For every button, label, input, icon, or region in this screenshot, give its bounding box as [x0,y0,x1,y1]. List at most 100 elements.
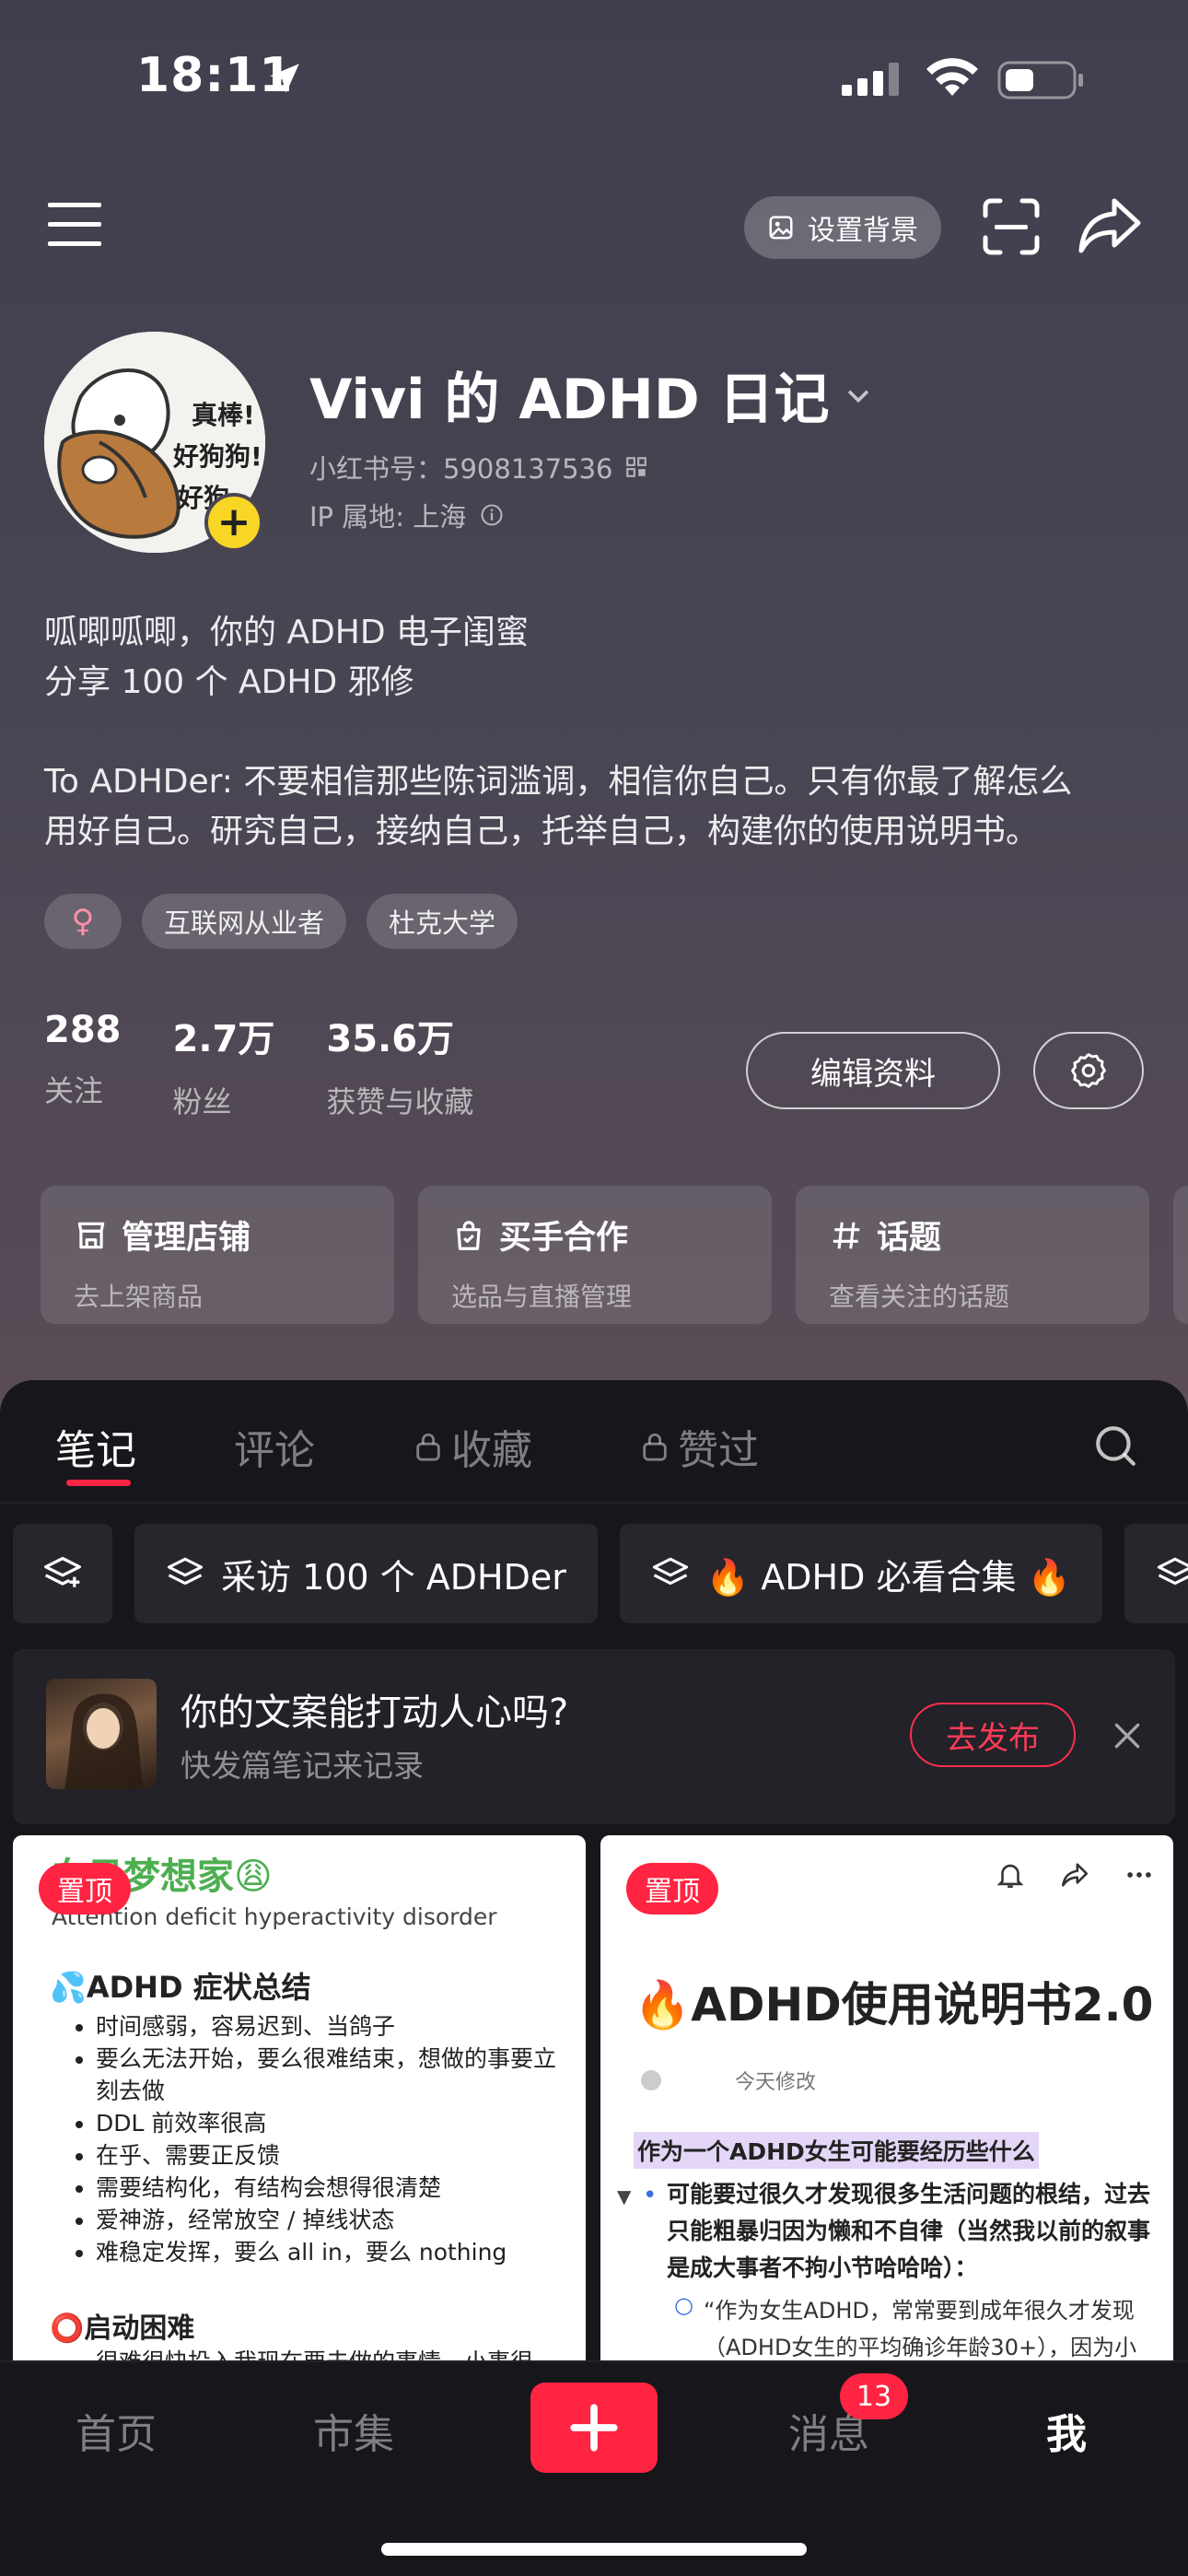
redbook-id-row[interactable]: 小红书号：5908137536 [309,448,648,486]
card-title: 话题 [877,1220,942,1257]
tab-favorites[interactable]: 收藏 [413,1417,532,1476]
plus-icon [570,2404,618,2452]
list-item: 要么无法开始，要么很难结束，想做的事要立刻去做 [96,2043,569,2107]
collection-label: 采访 100 个 ADHDer [221,1556,566,1598]
following-label: 关注 [44,1073,104,1108]
nav-me[interactable]: 我 [1046,2401,1087,2460]
layers-icon [652,1557,688,1586]
set-background-button[interactable]: 设置背景 [744,196,941,259]
note-meta: 今天修改 [641,2066,816,2095]
image-icon [769,216,793,240]
school-tag: 杜克大学 [367,894,518,949]
following-stat[interactable]: 288 关注 [44,1009,122,1121]
nav-home[interactable]: 首页 [76,2401,157,2460]
store-icon [77,1222,105,1248]
messages-badge: 13 [840,2373,908,2419]
hashtag-icon [833,1222,860,1248]
add-collection-button[interactable] [13,1524,112,1623]
list-item: 在乎、需要正反馈 [96,2139,569,2172]
menu-icon[interactable] [46,199,103,251]
settings-button[interactable] [1033,1032,1144,1109]
note-highlight: 作为一个ADHD女生可能要经历些什么 [634,2132,1039,2169]
avatar-text-2: 好狗狗! [172,441,262,472]
tab-label: 赞过 [678,1427,759,1474]
redbook-id: 小红书号：5908137536 [309,453,613,485]
followers-stat[interactable]: 2.7万 粉丝 [173,1009,275,1121]
tab-active-indicator [66,1480,131,1486]
bio-line: 呱唧呱唧，你的 ADHD 电子闺蜜 [44,614,530,651]
publish-prompt-banner: 你的文案能打动人心吗? 快发篇笔记来记录 去发布 [13,1649,1175,1824]
create-post-button[interactable] [530,2383,658,2473]
banner-thumbnail [46,1679,157,1789]
cellular-signal-icon [842,63,899,96]
tab-comments[interactable]: 评论 [234,1417,315,1476]
list-item: 时间感弱，容易迟到、当鸽子 [96,2010,569,2043]
bell-icon [996,1864,1024,1889]
toggle-triangle-icon: ▼ [617,2185,632,2207]
pinned-badge: 置顶 [39,1863,131,1914]
likes-count: 35.6万 [326,1018,455,1060]
collection-chip[interactable]: 采访 100 个 ADHDer [134,1524,598,1623]
divider [0,1502,1188,1504]
status-bar: 18:11 [0,0,1188,157]
gender-tag: ♀ [44,894,122,949]
tab-notes[interactable]: 笔记 [55,1417,136,1476]
manage-store-card[interactable]: 管理店铺 去上架商品 [41,1186,394,1324]
profile-bio: 呱唧呱唧，你的 ADHD 电子闺蜜 分享 100 个 ADHD 邪修 To AD… [44,608,1149,857]
buyer-cooperation-card[interactable]: 买手合作 选品与直播管理 [418,1186,772,1324]
list-item: 爱神游，经常放空 / 掉线状态 [96,2204,569,2236]
more-icon [1127,1872,1151,1878]
battery-icon [997,61,1083,100]
pinned-badge: 置顶 [626,1863,718,1914]
profile-tabs: 笔记 评论 收藏 赞过 [0,1380,1188,1502]
more-card-peek[interactable] [1173,1186,1188,1324]
topics-card[interactable]: 话题 查看关注的话题 [796,1186,1149,1324]
collection-chip-peek[interactable] [1124,1524,1188,1623]
card-subtitle: 选品与直播管理 [451,1282,633,1312]
note-card[interactable]: 置顶 🔥ADHD使用说明书2.0 今天修改 作为一个ADHD女生可能要经历些什么… [600,1835,1173,2370]
service-cards: 管理店铺 去上架商品 买手合作 选品与直播管理 话题 查看关注的话题 [41,1186,1188,1324]
wifi-icon [926,58,978,96]
following-count: 288 [44,1009,122,1051]
profile-tags: ♀ 互联网从业者 杜克大学 [44,894,518,949]
edit-profile-button[interactable]: 编辑资料 [746,1032,1000,1109]
author-avatar-icon [641,2070,661,2090]
likes-stat[interactable]: 35.6万 获赞与收藏 [326,1009,473,1121]
lock-icon [416,1433,440,1461]
note-symptom-list: 时间感弱，容易迟到、当鸽子 要么无法开始，要么很难结束，想做的事要立刻去做 DD… [81,2010,569,2268]
publish-button[interactable]: 去发布 [910,1703,1076,1767]
list-item: DDL 前效率很高 [96,2107,569,2139]
list-item: 需要结构化，有结构会想得很清楚 [96,2172,569,2204]
collection-chip[interactable]: 🔥 ADHD 必看合集 🔥 [619,1524,1102,1623]
gear-icon [1071,1053,1106,1088]
scan-icon[interactable] [982,197,1041,256]
note-paragraph: 可能要过很久才发现很多生活问题的根结，过去只能粗暴归因为懒和不自律（当然我以前的… [667,2181,1151,2281]
avatar-add-button[interactable]: + [204,493,263,552]
bio-line: To ADHDer: 不要相信那些陈词滥调，相信你自己。只有你最了解怎么 [44,763,1073,801]
tab-liked[interactable]: 赞过 [639,1417,759,1476]
followers-count: 2.7万 [172,1018,275,1060]
ip-location: IP 属地: 上海 [309,501,467,533]
note-card[interactable]: 置顶 白日梦想家😩 Attention deficit hyperactivit… [13,1835,586,2370]
tab-label: 笔记 [55,1427,136,1474]
nav-market[interactable]: 市集 [313,2401,394,2460]
share-icon[interactable] [1077,195,1142,256]
lock-icon [643,1433,667,1461]
bio-line: 分享 100 个 ADHD 邪修 [44,663,414,701]
bio-line: 用好自己。研究自己，接纳自己，托举自己，构建你的使用说明书。 [44,813,1040,850]
set-background-label: 设置背景 [808,215,918,247]
followers-label: 粉丝 [172,1084,232,1119]
note-modified: 今天修改 [735,2071,817,2094]
likes-label: 获赞与收藏 [326,1084,474,1119]
card-subtitle: 查看关注的话题 [829,1282,1010,1312]
search-icon[interactable] [1092,1423,1138,1469]
avatar-text-1: 真棒! [192,400,255,430]
job-tag: 互联网从业者 [142,894,347,949]
bullet-icon: • [643,2182,658,2209]
profile-name-row[interactable]: Vivi 的 ADHD 日记 [309,355,874,435]
profile-name: Vivi 的 ADHD 日记 [309,368,830,432]
ip-location-row[interactable]: IP 属地: 上海 [309,496,505,534]
close-icon[interactable] [1109,1717,1146,1754]
qr-code-icon [625,457,646,477]
note-heading: 💦ADHD 症状总结 [50,1970,311,2005]
